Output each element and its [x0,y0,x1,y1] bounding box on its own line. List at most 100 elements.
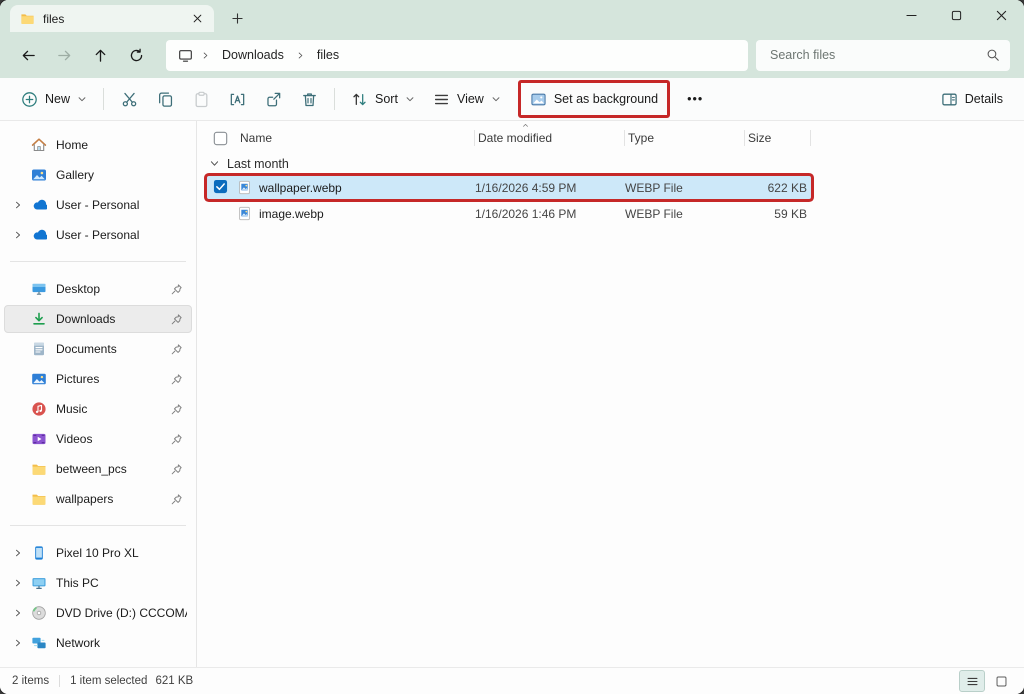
plus-circle-icon [21,91,38,108]
expand-chevron-icon[interactable] [9,607,26,619]
sidebar-item-downloads[interactable]: Downloads [4,305,192,333]
file-row-wallpaper-webp[interactable]: wallpaper.webp1/16/2026 4:59 PMWEBP File… [207,176,811,199]
search-box[interactable] [756,40,1010,71]
details-button[interactable]: Details [932,83,1012,115]
sidebar-item-label: Documents [56,342,170,356]
sidebar-item-videos[interactable]: Videos [4,425,192,453]
selection-size: 621 KB [155,675,193,687]
sidebar-separator [10,261,186,262]
paste-button[interactable] [183,83,219,115]
sidebar-item-this-pc[interactable]: This PC [4,569,192,597]
chevron-spacer [9,403,26,415]
sidebar-item-music[interactable]: Music [4,395,192,423]
tab-close-button[interactable] [188,10,206,28]
file-size: 622 KB [745,181,811,195]
column-header-date-modified[interactable]: Date modified [475,125,625,151]
sidebar-item-label: DVD Drive (D:) CCCOMA_X64FF [56,606,187,620]
sidebar-item-user-personal[interactable]: User - Personal [4,221,192,249]
chevron-spacer [9,169,26,181]
sidebar-item-label: Desktop [56,282,170,296]
forward-button[interactable] [46,39,82,71]
chevron-down-icon [491,94,501,104]
group-header-last-month[interactable]: Last month [207,151,1024,176]
pin-icon [170,343,183,356]
tab-files[interactable]: files [10,5,214,32]
sidebar-item-desktop[interactable]: Desktop [4,275,192,303]
refresh-button[interactable] [118,39,154,71]
cut-button[interactable] [111,83,147,115]
column-header-size[interactable]: Size [745,125,811,151]
up-button[interactable] [82,39,118,71]
sidebar-item-documents[interactable]: Documents [4,335,192,363]
see-more-button[interactable]: ••• [678,83,712,115]
column-headers: Name Date modified Type Size [207,125,1024,151]
sidebar-item-user-personal[interactable]: User - Personal [4,191,192,219]
icons-view-toggle[interactable] [988,670,1014,692]
search-icon [986,48,1000,62]
delete-button[interactable] [291,83,327,115]
copy-button[interactable] [147,83,183,115]
sidebar-item-pictures[interactable]: Pictures [4,365,192,393]
sidebar-item-wallpapers[interactable]: wallpapers [4,485,192,513]
row-checkbox-checked[interactable] [207,179,237,197]
sidebar-item-dvd-drive-d-cccoma-x64ff[interactable]: DVD Drive (D:) CCCOMA_X64FF [4,599,192,627]
expand-chevron-icon[interactable] [9,547,26,559]
close-window-button[interactable] [979,0,1024,30]
sidebar-item-between-pcs[interactable]: between_pcs [4,455,192,483]
sort-arrows-icon [351,91,368,108]
sidebar-item-network[interactable]: Network [4,629,192,657]
chevron-spacer [9,463,26,475]
navigation-bar: Downloads files [0,32,1024,78]
sidebar: HomeGalleryUser - PersonalUser - Persona… [0,121,197,667]
set-as-background-button[interactable]: Set as background [521,83,667,115]
expand-chevron-icon[interactable] [9,199,26,211]
items-count: 2 items [12,675,49,687]
file-date-modified: 1/16/2026 1:46 PM [475,207,625,221]
pin-icon [170,283,183,296]
pc-icon [31,575,47,591]
sidebar-item-gallery[interactable]: Gallery [4,161,192,189]
view-toggles [959,670,1014,692]
view-button[interactable]: View [424,83,510,115]
file-row-image-webp[interactable]: image.webp1/16/2026 1:46 PMWEBP File59 K… [207,202,811,225]
sort-ascending-icon [521,122,530,129]
search-input[interactable] [768,47,986,63]
sidebar-item-home[interactable]: Home [4,131,192,159]
file-explorer-window: files Downloads files New [0,0,1024,694]
pin-icon [170,403,183,416]
chevron-spacer [9,313,26,325]
new-button[interactable]: New [12,83,96,115]
breadcrumb-downloads[interactable]: Downloads [218,46,288,64]
onedrive-icon [31,197,47,213]
column-header-name[interactable]: Name [237,125,475,151]
minimize-button[interactable] [889,0,934,30]
rename-icon [229,91,246,108]
folder-icon [20,11,35,26]
share-button[interactable] [255,83,291,115]
expand-chevron-icon[interactable] [9,577,26,589]
column-header-type[interactable]: Type [625,125,745,151]
expand-chevron-icon[interactable] [9,637,26,649]
sort-button[interactable]: Sort [342,83,424,115]
file-list-panel: Name Date modified Type Size Last month … [197,121,1024,667]
back-button[interactable] [10,39,46,71]
downloads-icon [31,311,47,327]
breadcrumb-files[interactable]: files [313,46,343,64]
sidebar-item-label: between_pcs [56,462,170,476]
expand-chevron-icon[interactable] [9,229,26,241]
rename-button[interactable] [219,83,255,115]
share-icon [265,91,282,108]
copy-icon [157,91,174,108]
select-all-checkbox[interactable] [207,125,237,151]
new-tab-button[interactable] [224,6,250,30]
maximize-button[interactable] [934,0,979,30]
close-icon [996,10,1007,21]
chevron-down-icon [405,94,415,104]
details-view-toggle[interactable] [959,670,985,692]
checkbox-empty-icon [213,131,228,146]
details-view-icon [966,675,979,688]
sidebar-item-pixel-10-pro-xl[interactable]: Pixel 10 Pro XL [4,539,192,567]
address-bar[interactable]: Downloads files [166,40,748,71]
sidebar-item-label: Downloads [56,312,170,326]
large-icons-view-icon [995,675,1008,688]
